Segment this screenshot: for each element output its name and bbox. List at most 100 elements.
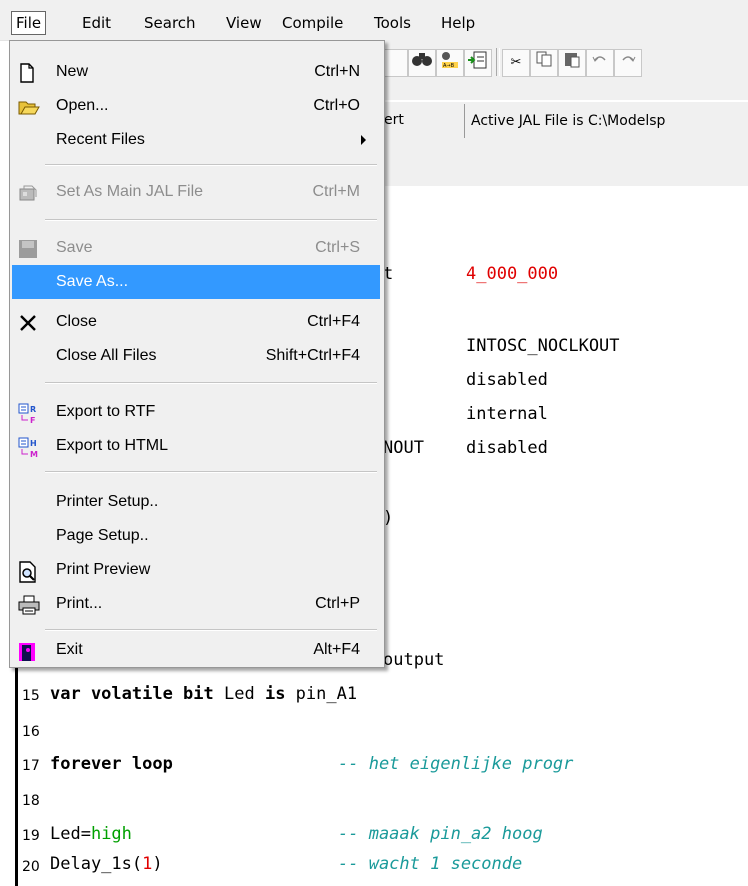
svg-text:F: F: [30, 416, 35, 425]
menu-item-save-as[interactable]: Save As...: [12, 265, 380, 299]
code-token: var volatile bit: [50, 684, 224, 704]
line-number: 15: [22, 688, 40, 704]
code-token: ): [152, 854, 163, 874]
menu-item-label: Recent Files: [56, 131, 145, 148]
code-comment: -- wacht 1 seconde: [338, 854, 523, 874]
menu-edit[interactable]: Edit: [78, 12, 115, 34]
menu-file[interactable]: File: [11, 11, 47, 35]
menu-item-new[interactable]: New Ctrl+N: [12, 55, 380, 89]
menu-item-shortcut: Ctrl+M: [312, 183, 360, 200]
svg-text:R: R: [30, 405, 36, 414]
code-value: internal: [466, 404, 548, 424]
menu-item-label: New: [56, 63, 89, 80]
menu-bar: File Edit Search View Compile Tools Help: [0, 0, 748, 41]
menu-item-export-rtf[interactable]: RF Export to RTF: [12, 395, 380, 429]
menu-search[interactable]: Search: [140, 12, 200, 34]
menu-item-save[interactable]: Save Ctrl+S: [12, 231, 380, 265]
code-token: Delay_1s(: [50, 854, 143, 874]
open-folder-icon: [18, 97, 40, 117]
menu-item-label: Save: [56, 239, 93, 256]
menu-separator: [45, 219, 377, 221]
submenu-arrow-icon: [361, 135, 366, 145]
toolbar-separator: [496, 48, 500, 76]
line-number: 16: [22, 724, 40, 740]
save-disk-icon: [18, 239, 38, 259]
code-line: Delay_1s(1): [50, 854, 163, 874]
menu-item-label: Page Setup..: [56, 527, 149, 544]
menu-item-shortcut: Ctrl+N: [314, 63, 360, 80]
new-file-icon: [18, 63, 38, 83]
code-value: INTOSC_NOCLKOUT: [466, 336, 620, 356]
menu-help[interactable]: Help: [437, 12, 479, 34]
code-comment: -- het eigenlijke progr: [338, 754, 574, 774]
code-line: var volatile bit Led is pin_A1: [50, 684, 357, 704]
file-menu: New Ctrl+N Open... Ctrl+O Recent Files S…: [9, 40, 385, 668]
menu-item-page-setup[interactable]: Page Setup..: [12, 519, 380, 553]
menu-item-print-preview[interactable]: Print Preview: [12, 553, 380, 587]
paste-icon[interactable]: [558, 49, 586, 77]
code-fragment: NOUT: [383, 438, 424, 458]
export-html-icon: HM: [18, 437, 38, 459]
find-icon[interactable]: [408, 49, 436, 77]
svg-text:A→B: A→B: [443, 63, 455, 69]
menu-item-label: Save As...: [56, 273, 129, 290]
code-token: pin_A1: [295, 684, 358, 704]
menu-item-label: Close: [56, 313, 97, 330]
printer-icon: [18, 595, 40, 615]
menu-item-shortcut: Ctrl+O: [313, 97, 360, 114]
menu-item-label: Export to RTF: [56, 403, 156, 420]
code-token: high: [90, 824, 132, 844]
menu-view[interactable]: View: [222, 12, 266, 34]
insert-mode-indicator: ert: [384, 112, 404, 128]
tab-strip: [380, 142, 748, 187]
menu-item-label: Exit: [56, 641, 83, 658]
status-row: ert Active JAL File is C:\Modelsp: [380, 102, 748, 142]
menu-item-open[interactable]: Open... Ctrl+O: [12, 89, 380, 123]
svg-text:H: H: [30, 439, 37, 448]
menu-item-label: Export to HTML: [56, 437, 169, 454]
line-number: 17: [22, 758, 40, 774]
menu-separator: [45, 629, 377, 631]
svg-text:M: M: [30, 450, 38, 459]
menu-tools[interactable]: Tools: [370, 12, 415, 34]
export-rtf-icon: RF: [18, 403, 38, 425]
code-token: is: [264, 684, 296, 704]
goto-line-icon[interactable]: [464, 49, 492, 77]
menu-item-label: Open...: [56, 97, 109, 114]
menu-item-export-html[interactable]: HM Export to HTML: [12, 429, 380, 463]
code-fragment: output: [383, 650, 445, 670]
code-value: 4_000_000: [466, 264, 559, 284]
menu-item-printer-setup[interactable]: Printer Setup..: [12, 485, 380, 519]
redo-icon[interactable]: [614, 49, 642, 77]
menu-compile[interactable]: Compile: [278, 12, 347, 34]
menu-item-print[interactable]: Print... Ctrl+P: [12, 587, 380, 621]
code-token: Led=: [50, 824, 91, 844]
menu-item-label: Print Preview: [56, 561, 151, 578]
menu-separator: [45, 164, 377, 166]
exit-icon: [18, 641, 38, 661]
menu-item-shortcut: Ctrl+S: [315, 239, 360, 256]
code-token: forever loop: [50, 754, 173, 774]
code-token: 1: [142, 854, 153, 874]
menu-item-label: Printer Setup..: [56, 493, 159, 510]
line-number: 19: [22, 828, 40, 844]
active-file-label: Active JAL File is C:\Modelsp: [464, 104, 748, 138]
undo-icon[interactable]: [586, 49, 614, 77]
copy-icon[interactable]: [530, 49, 558, 77]
menu-separator: [45, 382, 377, 384]
menu-item-label: Set As Main JAL File: [56, 183, 204, 200]
menu-item-close[interactable]: Close Ctrl+F4: [12, 305, 380, 339]
editor-gutter-border: [15, 668, 18, 886]
menu-item-close-all[interactable]: Close All Files Shift+Ctrl+F4: [12, 339, 380, 373]
menu-item-set-main-jal[interactable]: Set As Main JAL File Ctrl+M: [12, 175, 380, 209]
menu-item-shortcut: Alt+F4: [313, 641, 360, 658]
close-icon: [18, 313, 38, 333]
replace-icon[interactable]: A→B: [436, 49, 464, 77]
line-number: 18: [22, 793, 40, 809]
menu-item-label: Print...: [56, 595, 103, 612]
cut-icon[interactable]: ✂: [502, 49, 530, 77]
code-value: disabled: [466, 438, 548, 458]
toolbar: A→B ✂: [380, 40, 748, 100]
menu-item-recent-files[interactable]: Recent Files: [12, 123, 380, 157]
menu-item-exit[interactable]: Exit Alt+F4: [12, 633, 380, 667]
